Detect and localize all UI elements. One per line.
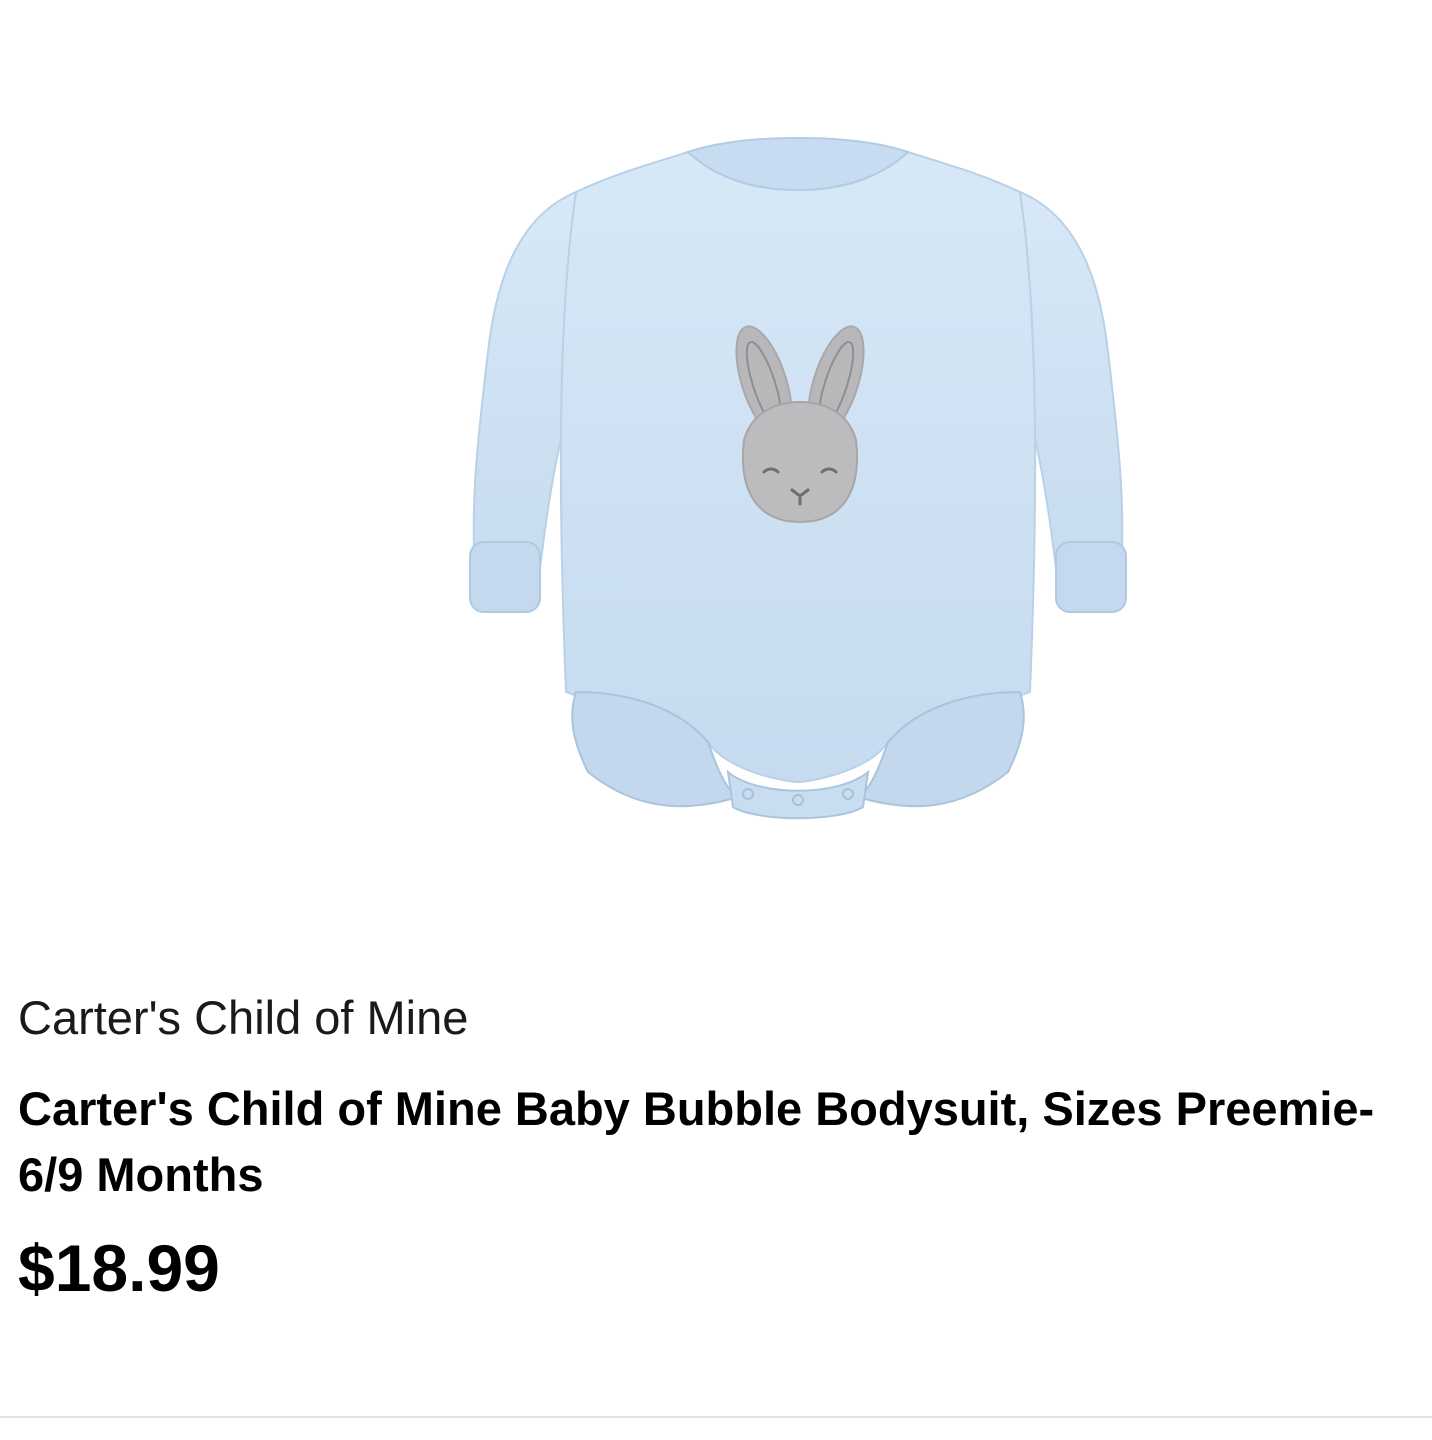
brand-name[interactable]: Carter's Child of Mine <box>18 990 468 1045</box>
product-card[interactable]: Carter's Child of Mine Carter's Child of… <box>0 0 1432 1440</box>
product-price: $18.99 <box>18 1231 220 1305</box>
product-image[interactable] <box>458 132 1138 852</box>
product-title[interactable]: Carter's Child of Mine Baby Bubble Bodys… <box>18 1076 1408 1208</box>
divider <box>0 1416 1432 1418</box>
left-cuff <box>469 541 541 613</box>
bodysuit-illustration <box>469 136 1127 820</box>
right-cuff <box>1055 541 1127 613</box>
